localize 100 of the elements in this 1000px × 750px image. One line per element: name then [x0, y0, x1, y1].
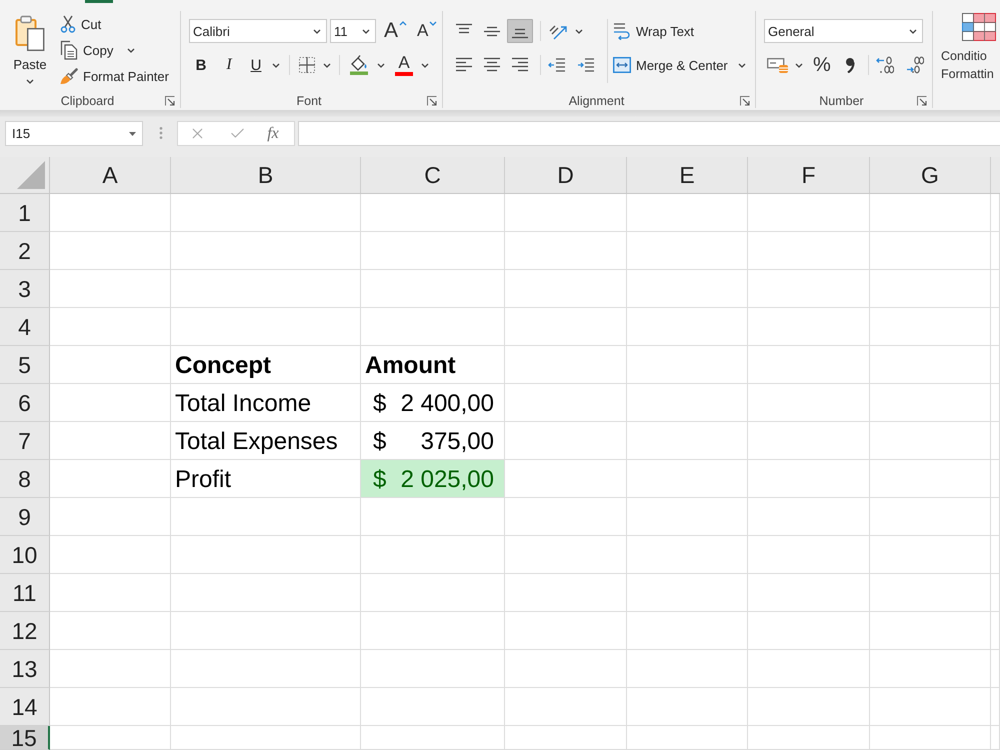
dialog-launcher-icon[interactable] — [740, 96, 750, 106]
empty-cell[interactable] — [361, 650, 505, 688]
empty-cell[interactable] — [627, 536, 748, 574]
empty-cell[interactable] — [991, 384, 1000, 422]
dialog-launcher-icon[interactable] — [917, 96, 927, 106]
empty-cell[interactable] — [748, 346, 870, 384]
empty-cell[interactable] — [361, 574, 505, 612]
empty-cell[interactable] — [171, 688, 361, 726]
number-format-field[interactable]: General — [764, 19, 923, 43]
column-header[interactable]: D — [505, 157, 627, 193]
caret-icon[interactable] — [127, 48, 136, 52]
empty-cell[interactable] — [627, 194, 748, 232]
format-painter-button[interactable]: Format Painter — [56, 64, 173, 88]
empty-cell[interactable] — [505, 270, 627, 308]
empty-cell[interactable] — [870, 384, 991, 422]
merge-center-button[interactable]: Merge & Center — [609, 53, 732, 77]
empty-cell[interactable] — [991, 688, 1000, 726]
empty-cell[interactable] — [505, 650, 627, 688]
column-header[interactable]: E — [627, 157, 748, 193]
formula-input[interactable] — [298, 121, 1000, 146]
bold-button[interactable]: B — [189, 53, 213, 77]
row-header[interactable]: 11 — [0, 574, 50, 612]
empty-cell[interactable] — [748, 688, 870, 726]
empty-cell[interactable] — [870, 194, 991, 232]
paste-button[interactable]: Paste — [8, 12, 52, 90]
empty-cell[interactable] — [870, 498, 991, 536]
empty-cell[interactable] — [505, 688, 627, 726]
empty-cell[interactable] — [870, 422, 991, 460]
empty-cell[interactable] — [627, 422, 748, 460]
empty-cell[interactable] — [748, 308, 870, 346]
empty-cell[interactable] — [627, 574, 748, 612]
caret-icon[interactable] — [377, 62, 385, 68]
empty-cell[interactable] — [505, 232, 627, 270]
empty-cell[interactable] — [505, 384, 627, 422]
empty-cell[interactable] — [991, 726, 1000, 750]
empty-cell[interactable] — [627, 688, 748, 726]
empty-cell[interactable] — [361, 232, 505, 270]
empty-cell[interactable] — [171, 612, 361, 650]
dialog-launcher-icon[interactable] — [165, 96, 175, 106]
empty-cell[interactable] — [870, 308, 991, 346]
empty-cell[interactable] — [748, 270, 870, 308]
empty-cell[interactable] — [505, 574, 627, 612]
empty-cell[interactable] — [361, 270, 505, 308]
empty-cell[interactable] — [748, 460, 870, 498]
caret-icon[interactable] — [323, 62, 331, 68]
column-header[interactable]: C — [361, 157, 505, 193]
empty-cell[interactable] — [870, 650, 991, 688]
empty-cell[interactable] — [171, 726, 361, 750]
row-header[interactable]: 2 — [0, 232, 50, 270]
caret-icon[interactable] — [272, 62, 280, 68]
empty-cell[interactable] — [627, 650, 748, 688]
percent-button[interactable]: % — [809, 53, 835, 77]
empty-cell[interactable] — [991, 460, 1000, 498]
empty-cell[interactable] — [171, 232, 361, 270]
empty-cell[interactable] — [991, 422, 1000, 460]
empty-cell[interactable] — [627, 460, 748, 498]
empty-cell[interactable] — [991, 346, 1000, 384]
empty-cell[interactable] — [505, 346, 627, 384]
row-header[interactable]: 12 — [0, 612, 50, 650]
empty-cell[interactable] — [870, 536, 991, 574]
copy-button[interactable]: Copy — [56, 38, 118, 62]
empty-cell[interactable] — [748, 422, 870, 460]
underline-button[interactable]: U — [244, 53, 268, 77]
italic-button[interactable]: I — [217, 53, 241, 77]
insert-function-button[interactable]: fx — [261, 122, 285, 144]
column-header[interactable]: B — [171, 157, 361, 193]
empty-cell[interactable] — [171, 650, 361, 688]
column-header[interactable]: A — [50, 157, 171, 193]
empty-cell[interactable] — [748, 194, 870, 232]
empty-cell[interactable] — [991, 650, 1000, 688]
empty-cell[interactable] — [870, 346, 991, 384]
empty-cell[interactable] — [870, 726, 991, 750]
row-header[interactable]: 10 — [0, 536, 50, 574]
empty-cell[interactable] — [505, 498, 627, 536]
empty-cell[interactable] — [505, 308, 627, 346]
font-name-field[interactable]: Calibri — [189, 19, 327, 43]
name-box[interactable]: I15 — [5, 121, 143, 146]
empty-cell[interactable] — [171, 194, 361, 232]
empty-cell[interactable] — [748, 726, 870, 750]
row-header[interactable]: 14 — [0, 688, 50, 726]
empty-cell[interactable] — [748, 536, 870, 574]
empty-cell[interactable] — [870, 460, 991, 498]
empty-cell[interactable] — [627, 232, 748, 270]
empty-cell[interactable] — [361, 498, 505, 536]
empty-cell[interactable] — [991, 536, 1000, 574]
row-header[interactable]: 6 — [0, 384, 50, 422]
conditional-formatting-button[interactable]: Conditio Formattin — [937, 3, 996, 87]
row-header[interactable]: 5 — [0, 346, 50, 384]
empty-cell[interactable] — [748, 498, 870, 536]
empty-cell[interactable] — [171, 536, 361, 574]
empty-cell[interactable] — [991, 498, 1000, 536]
cut-button[interactable]: Cut — [56, 12, 106, 36]
empty-cell[interactable] — [627, 726, 748, 750]
empty-cell[interactable] — [505, 612, 627, 650]
empty-cell[interactable] — [505, 194, 627, 232]
empty-cell[interactable] — [627, 384, 748, 422]
empty-cell[interactable] — [748, 574, 870, 612]
empty-cell[interactable] — [505, 422, 627, 460]
empty-cell[interactable] — [870, 688, 991, 726]
empty-cell[interactable] — [991, 194, 1000, 232]
